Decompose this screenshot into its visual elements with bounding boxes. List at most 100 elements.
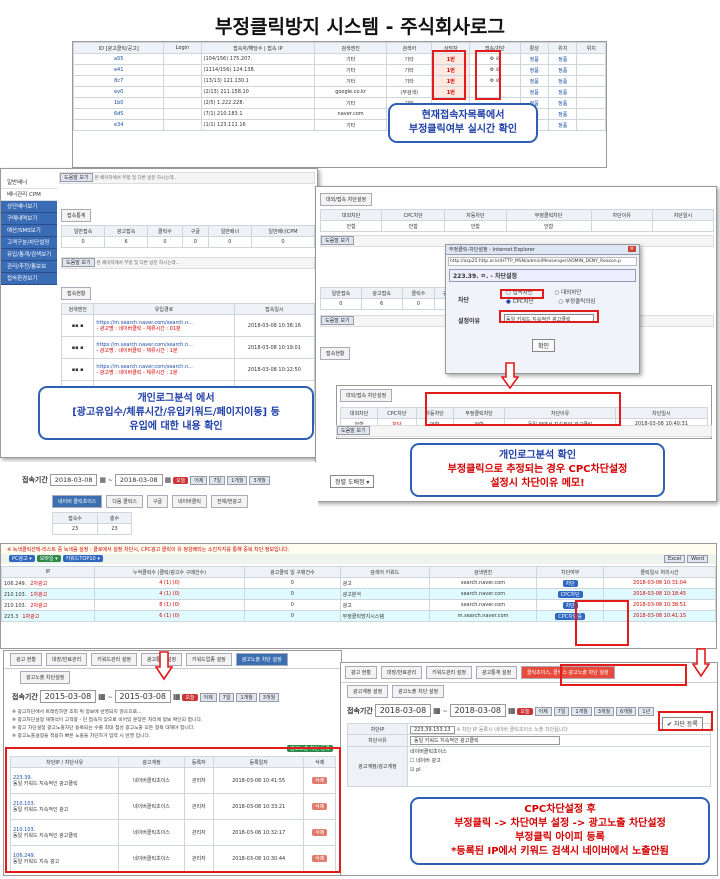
block-ip-input[interactable]: 223.39.153.13 bbox=[410, 725, 455, 734]
ip-text[interactable]: 210.103. bbox=[4, 592, 26, 598]
quick-1m[interactable]: 1개월 bbox=[227, 476, 248, 485]
block-status-button[interactable]: CPC차단 bbox=[557, 590, 583, 598]
row-active[interactable]: 정품 bbox=[519, 53, 549, 65]
quick-yesterday[interactable]: 어제 bbox=[199, 693, 217, 702]
tab-google[interactable]: 구글 bbox=[146, 495, 169, 508]
ip-text[interactable]: 106.249. bbox=[4, 581, 26, 587]
block-reason-input[interactable]: 동일 키워드 지속적인 광고클릭 bbox=[410, 736, 560, 745]
tab-ad-status[interactable]: 광고 현황 bbox=[345, 666, 377, 679]
tab-ad-status[interactable]: 광고 현황 bbox=[10, 653, 42, 666]
tab-naver[interactable]: 네이버 클릭초이스 bbox=[52, 495, 103, 508]
sidebar-item[interactable]: 일반배너 bbox=[1, 177, 57, 189]
excel-button[interactable]: Excel bbox=[663, 555, 686, 563]
row-id[interactable]: a55 bbox=[73, 53, 165, 65]
quick-7d[interactable]: 7일 bbox=[553, 707, 570, 716]
sub-tab[interactable]: 광고노출 차단설정 bbox=[20, 671, 71, 684]
row-login bbox=[163, 64, 202, 76]
tab-expiry[interactable]: 대장/만료관리 bbox=[380, 666, 423, 679]
help-link[interactable]: 도움말 보기 bbox=[337, 426, 370, 435]
sidebar-item[interactable]: 예산/SMS보기 bbox=[1, 225, 57, 237]
tab-block-result[interactable]: 대외/접속 차단설정 bbox=[340, 389, 393, 402]
confirm-button[interactable]: 확인 bbox=[532, 339, 556, 352]
tab-daum[interactable]: 다음 클릭스 bbox=[106, 495, 143, 508]
help-link[interactable]: 도움말 보기 bbox=[62, 258, 95, 267]
help-link[interactable]: 도움말 보기 bbox=[321, 236, 354, 245]
register-form: 차단IP 223.39.153.13 ※ 차단 IP 등록시 네이버 클릭초이스… bbox=[347, 723, 711, 787]
mobile-filter-button[interactable]: 모바일 ▾ bbox=[36, 555, 61, 562]
sub-tab-ad-block[interactable]: 광고노출 차단 설정 bbox=[392, 685, 445, 698]
help-link[interactable]: 도움말 보기 bbox=[321, 316, 354, 325]
tab-history[interactable]: 접속현황 bbox=[61, 287, 92, 300]
sidebar-item[interactable]: 관리/추천/통보보 bbox=[1, 261, 57, 273]
row-id[interactable]: 1b0 bbox=[73, 97, 165, 109]
quick-3m[interactable]: 3개월 bbox=[249, 476, 270, 485]
date-to-input[interactable]: 2018-03-08 bbox=[449, 704, 507, 717]
row-id[interactable]: e41 bbox=[73, 64, 165, 76]
calendar-icon[interactable]: ▦ bbox=[508, 706, 516, 715]
tab-ad-stat[interactable]: 광고통계 설정 bbox=[475, 666, 518, 679]
calendar-icon[interactable]: ▦ bbox=[433, 706, 441, 715]
quick-1m[interactable]: 1개월 bbox=[236, 693, 257, 702]
help-link[interactable]: 도움말 보기 bbox=[60, 173, 93, 182]
sidebar-item[interactable]: 고객구분/차단설정 bbox=[1, 237, 57, 249]
sidebar-item[interactable]: 상단배너보기 bbox=[1, 201, 57, 213]
sort-select[interactable]: 정렬 도배정 ▾ bbox=[330, 475, 375, 488]
block-status-button[interactable]: 차단 bbox=[562, 579, 578, 587]
ip-text[interactable]: 223.3 bbox=[4, 614, 18, 620]
calendar-icon[interactable]: ▦ bbox=[165, 476, 172, 484]
quick-yesterday[interactable]: 어제 bbox=[190, 476, 208, 485]
tab-stats[interactable]: 접속통계 bbox=[61, 209, 92, 222]
date-from-input[interactable]: 2018-03-08 bbox=[49, 474, 98, 486]
quick-1m[interactable]: 1개월 bbox=[571, 707, 592, 716]
quick-7d[interactable]: 7일 bbox=[209, 476, 226, 485]
keyword-filter-button[interactable]: 키워드TOP10 ▾ bbox=[62, 555, 103, 562]
dialog-title: 부정클릭-차단설정 - Internet Explorer bbox=[449, 247, 535, 253]
pc-filter-button[interactable]: PC광고 ▾ bbox=[9, 555, 35, 562]
row-active[interactable]: 정품 bbox=[519, 75, 549, 87]
calendar-icon[interactable]: ▦ bbox=[99, 476, 106, 484]
quick-today[interactable]: 오늘 bbox=[182, 694, 198, 701]
date-from-input[interactable]: 2018-03-08 bbox=[374, 704, 432, 717]
row-active[interactable]: 정품 bbox=[519, 86, 549, 98]
tab-expiry[interactable]: 대장/만료관리 bbox=[45, 653, 88, 666]
calendar-icon[interactable]: ▦ bbox=[173, 692, 181, 701]
quick-3m[interactable]: 3개월 bbox=[593, 707, 615, 716]
sidebar-item[interactable]: 유입/통계/검색보기 bbox=[1, 249, 57, 261]
row-id[interactable]: e34 bbox=[73, 119, 165, 131]
tab-keyword[interactable]: 키워드관리 설정 bbox=[426, 666, 472, 679]
row-id[interactable]: 6d5 bbox=[73, 108, 165, 120]
tab-keyword[interactable]: 키워드관리 설정 bbox=[91, 653, 137, 666]
tab-naver-click[interactable]: 네이버클릭 bbox=[171, 495, 207, 508]
quick-1y[interactable]: 1년 bbox=[638, 707, 655, 716]
row-active[interactable]: 정품 bbox=[519, 64, 549, 76]
tab-block-setting[interactable]: 대외/접속 차단설정 bbox=[320, 193, 373, 206]
close-icon[interactable]: ✕ bbox=[627, 246, 636, 252]
sub-tab-ad-account[interactable]: 광고계정 설정 bbox=[347, 685, 389, 698]
quick-yesterday[interactable]: 어제 bbox=[534, 707, 552, 716]
acct-option[interactable]: 네이버클릭초이스 bbox=[410, 748, 708, 757]
sidebar-item[interactable]: 배너관리 CPM bbox=[1, 189, 57, 201]
dialog-titlebar: 부정클릭-차단설정 - Internet Explorer ✕ bbox=[446, 245, 639, 255]
row-id[interactable]: ev0 bbox=[73, 86, 165, 98]
quick-7d[interactable]: 7일 bbox=[218, 693, 235, 702]
tab-history[interactable]: 접속현황 bbox=[320, 347, 351, 360]
row-login bbox=[163, 86, 202, 98]
date-to-input[interactable]: 2018-03-08 bbox=[114, 474, 163, 486]
acct-option[interactable]: ☐ 네이버 광고 bbox=[410, 757, 708, 766]
word-button[interactable]: Word bbox=[687, 555, 708, 563]
tab-ad-block[interactable]: 광고노출 차단 설정 bbox=[235, 653, 288, 666]
quick-3m[interactable]: 3개월 bbox=[258, 693, 280, 702]
row-id[interactable]: 8c7 bbox=[73, 75, 165, 87]
date-to-input[interactable]: 2015-03-08 bbox=[114, 690, 172, 703]
quick-today[interactable]: 오늘 bbox=[173, 477, 189, 484]
calendar-icon[interactable]: ▦ bbox=[98, 692, 106, 701]
ip-text[interactable]: 210.103. bbox=[4, 603, 26, 609]
quick-today[interactable]: 오늘 bbox=[517, 708, 533, 715]
date-from-input[interactable]: 2015-03-08 bbox=[39, 690, 97, 703]
acct-option[interactable]: ☑ pl bbox=[410, 766, 708, 775]
quick-6m[interactable]: 6개월 bbox=[616, 707, 637, 716]
sidebar-item[interactable]: 접속환경보기 bbox=[1, 273, 57, 285]
sidebar-item[interactable]: 구매내역보기 bbox=[1, 213, 57, 225]
tab-all[interactable]: 전체/번광고 bbox=[210, 495, 248, 508]
tab-keyword-type[interactable]: 키워드업종 설정 bbox=[185, 653, 232, 666]
